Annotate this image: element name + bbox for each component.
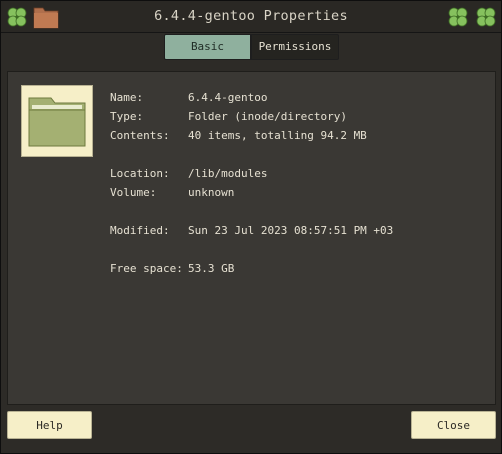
name-value: 6.4.4-gentoo [188,91,268,104]
contents-value: 40 items, totalling 94.2 MB [188,129,367,142]
folder-icon [28,97,86,147]
contents-label: Contents: [110,129,170,142]
help-button[interactable]: Help [7,411,92,439]
folder-preview [21,85,93,157]
tab-basic[interactable]: Basic [164,34,251,60]
type-value: Folder (inode/directory) [188,110,347,123]
location-value: /lib/modules [188,167,268,180]
modified-label: Modified: [110,224,170,237]
free-space-value: 53.3 GB [188,262,235,275]
tab-bar: Basic Permissions [164,34,339,61]
window-title: 6.4.4-gentoo Properties [154,8,348,24]
name-label: Name: [110,91,144,104]
close-clover-icon[interactable] [474,5,498,32]
volume-label: Volume: [110,186,157,199]
type-label: Type: [110,110,144,123]
location-label: Location: [110,167,170,180]
close-button[interactable]: Close [411,411,496,439]
title-bar[interactable]: 6.4.4-gentoo Properties [1,1,501,33]
basic-panel: Name: 6.4.4-gentoo Type: Folder (inode/d… [7,71,496,405]
tab-permissions[interactable]: Permissions [251,34,339,60]
properties-window: 6.4.4-gentoo Properties Basic Permission… [0,0,502,454]
free-space-label: Free space: [110,262,183,275]
volume-value: unknown [188,186,235,199]
minimize-clover-icon[interactable] [446,5,470,32]
modified-value: Sun 23 Jul 2023 08:57:51 PM +03 [188,224,394,237]
